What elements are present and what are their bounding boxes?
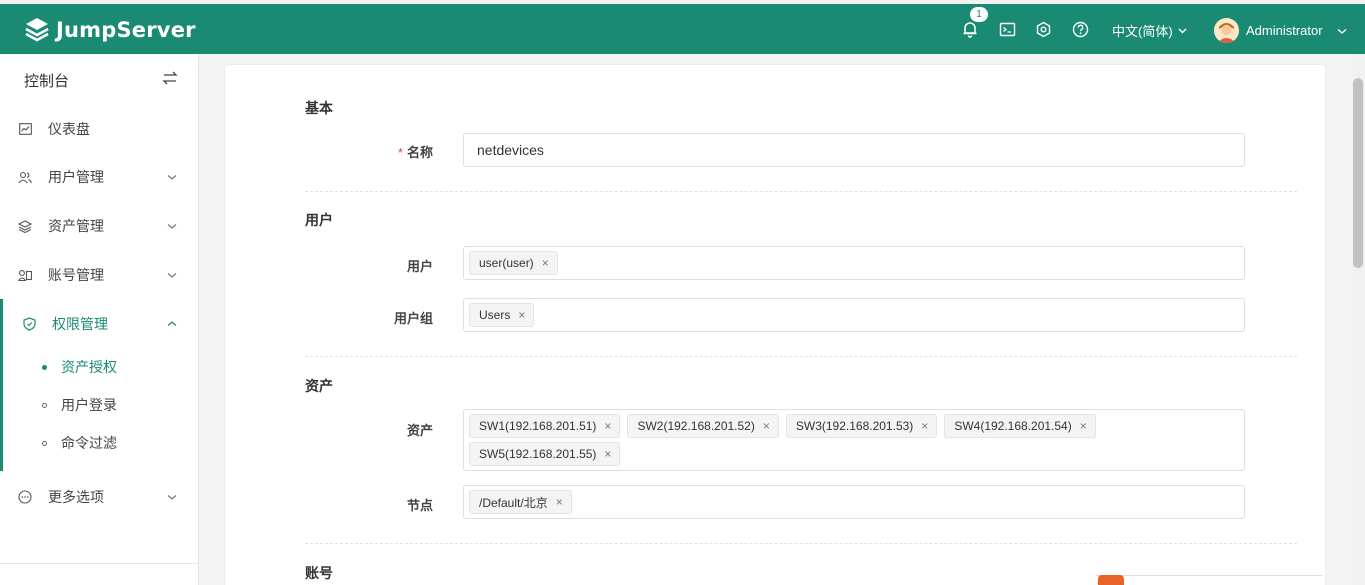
sidebar-item-more-options[interactable]: 更多选项: [0, 479, 199, 515]
user-groups-label: 用户组: [393, 311, 433, 326]
gear-icon[interactable]: [1033, 19, 1053, 39]
sidebar-subitem-label: 用户登录: [61, 397, 117, 413]
sidebar-item-permission-management[interactable]: 权限管理: [0, 306, 199, 342]
more-icon: [18, 490, 32, 504]
sidebar-item-label: 更多选项: [48, 489, 104, 505]
switch-view-icon[interactable]: [162, 69, 178, 87]
node-tag: /Default/北京 ×: [469, 490, 572, 514]
user-group-tag: Users ×: [469, 303, 535, 327]
sidebar-item-asset-management[interactable]: 资产管理: [0, 208, 199, 244]
floating-toolbar-logo-icon[interactable]: [1098, 575, 1124, 585]
account-icon: [18, 268, 32, 282]
sidebar-item-label: 账号管理: [48, 267, 104, 283]
scrollbar-thumb[interactable]: [1353, 78, 1363, 268]
sidebar-group-permission: 权限管理 资产授权 用户登录 命令过滤: [0, 299, 199, 471]
bullet-dot: [42, 440, 47, 446]
chevron-down-icon: [167, 175, 177, 180]
tag-close-icon[interactable]: ×: [763, 420, 770, 432]
sidebar-subitem-user-login[interactable]: 用户登录: [0, 390, 199, 420]
dashboard-icon: [18, 122, 32, 136]
tag-close-icon[interactable]: ×: [518, 309, 525, 321]
nodes-select[interactable]: /Default/北京 ×: [463, 485, 1245, 519]
layers-icon: [18, 219, 32, 233]
name-input[interactable]: netdevices: [463, 133, 1245, 167]
asset-tag: SW3(192.168.201.53) ×: [785, 414, 938, 438]
sidebar-divider: [0, 563, 199, 564]
tag-close-icon[interactable]: ×: [556, 496, 563, 508]
tag-close-icon[interactable]: ×: [542, 257, 549, 269]
nodes-label: 节点: [406, 498, 433, 513]
sidebar-subitem-label: 命令过滤: [61, 435, 117, 451]
sidebar-title: 控制台: [24, 73, 70, 90]
sidebar-item-label: 资产管理: [48, 218, 104, 234]
user-name: Administrator: [1246, 23, 1323, 38]
chevron-down-icon: [167, 224, 177, 229]
section-divider: [305, 356, 1297, 357]
sidebar-item-account-management[interactable]: 账号管理: [0, 257, 199, 293]
user-groups-select[interactable]: Users ×: [463, 298, 1245, 332]
sidebar-item-label: 权限管理: [52, 316, 108, 332]
asset-tag: SW5(192.168.201.55) ×: [469, 442, 621, 466]
terminal-icon[interactable]: [997, 19, 1017, 39]
required-mark: *: [397, 145, 403, 160]
shield-icon: [22, 317, 36, 331]
section-title-user: 用户: [305, 212, 333, 228]
users-icon: [18, 170, 32, 184]
users-label: 用户: [406, 259, 433, 274]
notification-badge: 1: [969, 6, 989, 23]
sidebar-item-dashboard[interactable]: 仪表盘: [0, 111, 199, 147]
tag-close-icon[interactable]: ×: [604, 420, 611, 432]
brand-name: JumpServer: [56, 18, 196, 42]
section-title-basic: 基本: [305, 100, 333, 116]
chevron-down-icon: [167, 495, 177, 500]
sidebar-item-label: 仪表盘: [48, 121, 90, 137]
top-navigation-bar: JumpServer 1 中文(简体) Administrator: [0, 4, 1365, 54]
user-menu[interactable]: Administrator: [1214, 18, 1348, 43]
asset-tag: SW1(192.168.201.51) ×: [469, 414, 621, 438]
jumpserver-logo-icon: [25, 18, 49, 42]
sidebar: 控制台 仪表盘 用户管理 资产管理 账号管理 权限管理 资产授权 用户登录 命令…: [0, 54, 199, 585]
sidebar-subitem-label: 资产授权: [61, 359, 117, 375]
sidebar-subitem-asset-permission[interactable]: 资产授权: [0, 352, 199, 382]
bullet-dot: [42, 402, 47, 408]
chevron-up-icon: [167, 321, 177, 326]
assets-select[interactable]: SW1(192.168.201.51) × SW2(192.168.201.52…: [463, 409, 1245, 471]
sidebar-item-label: 用户管理: [48, 169, 104, 185]
chevron-down-icon: [1337, 28, 1347, 34]
assets-label: 资产: [406, 423, 433, 438]
section-title-account: 账号: [305, 565, 333, 581]
chevron-down-icon: [1178, 28, 1187, 34]
name-label: * 名称: [397, 145, 433, 160]
section-divider: [305, 543, 1297, 544]
section-divider: [305, 191, 1297, 192]
help-icon[interactable]: [1070, 19, 1090, 39]
permission-form-card: 基本 * 名称 netdevices 用户 用户 user(user) × 用户组…: [224, 64, 1326, 585]
tag-close-icon[interactable]: ×: [921, 420, 928, 432]
section-title-asset: 资产: [305, 378, 333, 394]
asset-tag: SW2(192.168.201.52) ×: [627, 414, 779, 438]
logo[interactable]: JumpServer: [24, 15, 196, 45]
sidebar-header: 控制台: [0, 54, 199, 104]
user-tag: user(user) ×: [469, 251, 558, 275]
sidebar-item-user-management[interactable]: 用户管理: [0, 159, 199, 195]
tag-close-icon[interactable]: ×: [1080, 420, 1087, 432]
language-selector[interactable]: 中文(简体): [1112, 21, 1188, 40]
avatar: [1214, 18, 1239, 43]
chevron-down-icon: [167, 273, 177, 278]
sidebar-subitem-command-filter[interactable]: 命令过滤: [0, 428, 199, 458]
users-select[interactable]: user(user) ×: [463, 246, 1245, 280]
language-label: 中文(简体): [1112, 24, 1173, 39]
active-dot: [42, 364, 47, 370]
asset-tag: SW4(192.168.201.54) ×: [944, 414, 1096, 438]
floating-toolbar[interactable]: [1096, 575, 1322, 585]
tag-close-icon[interactable]: ×: [604, 448, 611, 460]
